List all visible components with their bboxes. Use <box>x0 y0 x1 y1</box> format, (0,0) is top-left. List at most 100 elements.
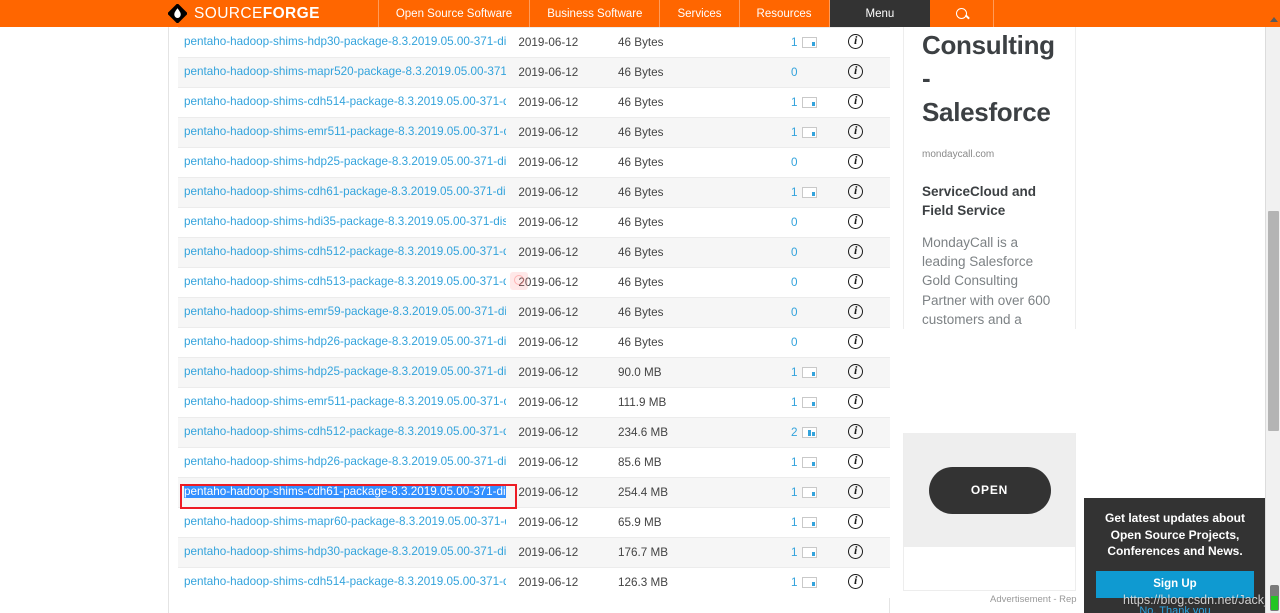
table-row[interactable]: pentaho-hadoop-shims-cdh514-package-8.3.… <box>178 87 890 118</box>
info-icon[interactable] <box>848 573 864 589</box>
info-icon[interactable] <box>848 153 864 169</box>
download-count[interactable]: 1 <box>791 126 798 139</box>
table-row[interactable]: pentaho-hadoop-shims-hdp26-package-8.3.2… <box>178 447 890 478</box>
download-count[interactable]: 2 <box>791 426 798 439</box>
info-icon[interactable] <box>848 243 864 259</box>
info-icon[interactable] <box>848 453 864 469</box>
download-count[interactable]: 1 <box>791 456 798 469</box>
download-count[interactable]: 0 <box>791 216 798 229</box>
download-count[interactable]: 0 <box>791 306 798 319</box>
table-row[interactable]: pentaho-hadoop-shims-hdi35-package-8.3.2… <box>178 207 890 238</box>
scroll-up-arrow-icon[interactable] <box>1266 12 1280 26</box>
download-count[interactable]: 1 <box>791 396 798 409</box>
info-icon[interactable] <box>848 273 864 289</box>
download-sparkline-icon[interactable] <box>802 127 818 138</box>
download-count[interactable]: 0 <box>791 156 798 169</box>
download-sparkline-icon[interactable] <box>802 547 818 558</box>
table-row[interactable]: pentaho-hadoop-shims-cdh512-package-8.3.… <box>178 417 890 448</box>
table-row[interactable]: pentaho-hadoop-shims-hdp30-package-8.3.2… <box>178 27 890 58</box>
info-icon[interactable] <box>848 123 864 139</box>
sourceforge-logo[interactable]: SOURCEFORGE <box>167 0 320 27</box>
nav-item-services[interactable]: Services <box>660 0 740 27</box>
table-row[interactable]: pentaho-hadoop-shims-hdp30-package-8.3.2… <box>178 537 890 568</box>
info-icon[interactable] <box>848 363 864 379</box>
download-sparkline-icon[interactable] <box>802 97 818 108</box>
table-row[interactable]: pentaho-hadoop-shims-hdp25-package-8.3.2… <box>178 147 890 178</box>
download-count[interactable]: 1 <box>791 366 798 379</box>
download-count[interactable]: 1 <box>791 96 798 109</box>
file-name-link[interactable]: pentaho-hadoop-shims-hdp26-package-8.3.2… <box>184 335 506 348</box>
ad-open-button[interactable]: OPEN <box>928 466 1051 514</box>
download-sparkline-icon[interactable] <box>802 37 818 48</box>
info-icon[interactable] <box>848 483 864 499</box>
table-row[interactable]: pentaho-hadoop-shims-emr511-package-8.3.… <box>178 117 890 148</box>
download-count[interactable]: 1 <box>791 546 798 559</box>
file-name-link[interactable]: pentaho-hadoop-shims-emr511-package-8.3.… <box>184 395 506 408</box>
table-row[interactable]: pentaho-hadoop-shims-cdh513-package-8.3.… <box>178 267 890 298</box>
table-row[interactable]: pentaho-hadoop-shims-emr511-package-8.3.… <box>178 387 890 418</box>
table-row[interactable]: pentaho-hadoop-shims-hdp25-package-8.3.2… <box>178 357 890 388</box>
table-row[interactable]: pentaho-hadoop-shims-emr59-package-8.3.2… <box>178 297 890 328</box>
file-name-link[interactable]: pentaho-hadoop-shims-cdh61-package-8.3.2… <box>184 185 506 198</box>
file-name-link[interactable]: pentaho-hadoop-shims-mapr60-package-8.3.… <box>184 515 506 528</box>
download-count[interactable]: 1 <box>791 36 798 49</box>
file-name-link[interactable]: pentaho-hadoop-shims-emr59-package-8.3.2… <box>184 305 506 318</box>
file-name-link[interactable]: pentaho-hadoop-shims-hdp25-package-8.3.2… <box>184 365 506 378</box>
download-count[interactable]: 0 <box>791 336 798 349</box>
scrollbar-thumb[interactable] <box>1268 211 1279 431</box>
download-sparkline-icon[interactable] <box>802 457 818 468</box>
table-row[interactable]: pentaho-hadoop-shims-cdh61-package-8.3.2… <box>178 477 890 508</box>
download-count[interactable]: 0 <box>791 66 798 79</box>
nav-search-button[interactable] <box>930 0 995 27</box>
download-sparkline-icon[interactable] <box>802 487 818 498</box>
download-count[interactable]: 1 <box>791 486 798 499</box>
download-count[interactable]: 0 <box>791 276 798 289</box>
nav-item-open-source-software[interactable]: Open Source Software <box>377 0 531 27</box>
file-name-link[interactable]: pentaho-hadoop-shims-hdp26-package-8.3.2… <box>184 455 506 468</box>
download-count[interactable]: 1 <box>791 576 798 589</box>
file-name-link[interactable]: pentaho-hadoop-shims-hdp30-package-8.3.2… <box>184 35 506 48</box>
file-name-link[interactable]: pentaho-hadoop-shims-cdh514-package-8.3.… <box>184 575 506 588</box>
file-name-link[interactable]: pentaho-hadoop-shims-cdh512-package-8.3.… <box>184 425 506 438</box>
download-sparkline-icon[interactable] <box>802 367 818 378</box>
info-icon[interactable] <box>848 213 864 229</box>
table-row[interactable]: pentaho-hadoop-shims-hdp26-package-8.3.2… <box>178 327 890 358</box>
inner-scroll-indicator[interactable] <box>1270 585 1279 611</box>
nav-item-resources[interactable]: Resources <box>740 0 830 27</box>
info-icon[interactable] <box>848 393 864 409</box>
info-icon[interactable] <box>848 183 864 199</box>
info-icon[interactable] <box>848 423 864 439</box>
file-name-link[interactable]: pentaho-hadoop-shims-hdp30-package-8.3.2… <box>184 545 506 558</box>
file-name-link[interactable]: pentaho-hadoop-shims-cdh514-package-8.3.… <box>184 95 506 108</box>
download-sparkline-icon[interactable] <box>802 427 818 438</box>
download-sparkline-icon[interactable] <box>802 577 818 589</box>
nav-item-business-software[interactable]: Business Software <box>530 0 661 27</box>
download-sparkline-icon[interactable] <box>802 517 818 528</box>
file-name-link[interactable]: pentaho-hadoop-shims-emr511-package-8.3.… <box>184 125 506 138</box>
info-icon[interactable] <box>848 33 864 49</box>
file-name-link[interactable]: pentaho-hadoop-shims-hdp25-package-8.3.2… <box>184 155 506 168</box>
advertisement-panel[interactable]: Consulting - Salesforce mondaycall.com S… <box>903 27 1076 329</box>
page-vertical-scrollbar[interactable] <box>1265 16 1280 613</box>
file-name-link[interactable]: pentaho-hadoop-shims-cdh512-package-8.3.… <box>184 245 506 258</box>
table-row[interactable]: pentaho-hadoop-shims-cdh514-package-8.3.… <box>178 567 890 598</box>
download-sparkline-icon[interactable] <box>802 187 818 198</box>
info-icon[interactable] <box>848 303 864 319</box>
download-sparkline-icon[interactable] <box>802 397 818 408</box>
nav-item-menu[interactable]: Menu <box>829 0 931 27</box>
info-icon[interactable] <box>848 513 864 529</box>
download-count[interactable]: 1 <box>791 186 798 199</box>
download-count[interactable]: 1 <box>791 516 798 529</box>
file-name-link[interactable]: pentaho-hadoop-shims-cdh513-package-8.3.… <box>184 275 506 288</box>
file-name-link[interactable]: pentaho-hadoop-shims-mapr520-package-8.3… <box>184 65 506 78</box>
download-count[interactable]: 0 <box>791 246 798 259</box>
info-icon[interactable] <box>848 543 864 559</box>
info-icon[interactable] <box>848 333 864 349</box>
file-name-link[interactable]: pentaho-hadoop-shims-hdi35-package-8.3.2… <box>184 215 506 228</box>
file-name-link[interactable]: pentaho-hadoop-shims-cdh61-package-8.3.2… <box>184 484 506 498</box>
table-row[interactable]: pentaho-hadoop-shims-mapr60-package-8.3.… <box>178 507 890 538</box>
info-icon[interactable] <box>848 63 864 79</box>
info-icon[interactable] <box>848 93 864 109</box>
table-row[interactable]: pentaho-hadoop-shims-cdh512-package-8.3.… <box>178 237 890 268</box>
table-row[interactable]: pentaho-hadoop-shims-mapr520-package-8.3… <box>178 57 890 88</box>
